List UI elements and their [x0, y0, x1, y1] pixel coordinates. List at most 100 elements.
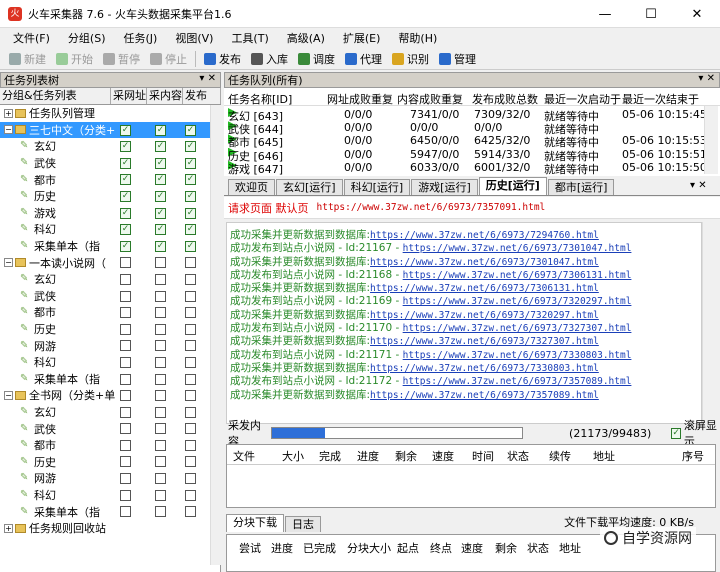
- tree-task-item[interactable]: ✎ 游戏 ✓ ✓ ✓: [0, 205, 210, 222]
- task-checkbox[interactable]: [185, 307, 196, 319]
- task-checkbox[interactable]: [120, 473, 131, 485]
- task-checkbox[interactable]: ✓: [120, 190, 131, 202]
- task-tab[interactable]: 游戏[运行]: [411, 179, 478, 195]
- column-header[interactable]: 内容成败重复: [397, 91, 463, 107]
- column-header[interactable]: 剩余: [495, 540, 517, 556]
- column-header[interactable]: 尝试: [239, 540, 261, 556]
- task-checkbox[interactable]: [155, 356, 166, 368]
- column-header[interactable]: 完成: [319, 448, 341, 464]
- task-checkbox[interactable]: [155, 290, 166, 302]
- task-checkbox[interactable]: ✓: [155, 190, 166, 202]
- publish-button[interactable]: 发布: [199, 49, 246, 69]
- expand-icon[interactable]: +: [4, 523, 13, 533]
- task-checkbox[interactable]: [185, 356, 196, 368]
- column-header[interactable]: 进度: [271, 540, 293, 556]
- tree-group-item[interactable]: + 任务规则回收站: [0, 520, 210, 537]
- task-checkbox[interactable]: ✓: [120, 124, 131, 136]
- column-header[interactable]: 状态: [527, 540, 549, 556]
- column-header[interactable]: 文件: [233, 448, 255, 464]
- column-header[interactable]: 最近一次结束于: [622, 91, 699, 107]
- log-url[interactable]: https://www.37zw.net/6/6973/7320297.html: [403, 296, 632, 307]
- column-header[interactable]: 分组&任务列表: [0, 88, 111, 104]
- queue-row[interactable]: 历史 [646] 0/0/0 5947/0/0 5914/33/0 就绪等待中 05-06…: [224, 147, 707, 163]
- task-checkbox[interactable]: [155, 373, 166, 385]
- task-checkbox[interactable]: [120, 340, 131, 352]
- menu-advanced[interactable]: 高级(A): [278, 30, 334, 46]
- tree-scrollbar[interactable]: [210, 105, 221, 565]
- close-button[interactable]: ✕: [674, 0, 720, 28]
- tree-task-item[interactable]: ✎ 都市: [0, 304, 210, 321]
- menu-view[interactable]: 视图(V): [166, 30, 222, 46]
- tree-task-item[interactable]: ✎ 科幻: [0, 354, 210, 371]
- column-header[interactable]: 终点: [430, 540, 452, 556]
- tree-task-item[interactable]: ✎ 历史 ✓ ✓ ✓: [0, 188, 210, 205]
- tree-task-item[interactable]: ✎ 采集单本（指: [0, 503, 210, 520]
- import-button[interactable]: 入库: [246, 49, 293, 69]
- menu-group[interactable]: 分组(S): [59, 30, 115, 46]
- expand-icon[interactable]: −: [4, 258, 13, 268]
- tree-task-item[interactable]: ✎ 科幻 ✓ ✓ ✓: [0, 221, 210, 238]
- column-header[interactable]: 采网址: [111, 88, 147, 104]
- task-checkbox[interactable]: [185, 423, 196, 435]
- stop-button[interactable]: 停止: [145, 49, 192, 69]
- panel-pin-close-icon[interactable]: ▾ ✕: [199, 73, 216, 84]
- column-header[interactable]: 续传: [549, 448, 571, 464]
- task-checkbox[interactable]: [120, 356, 131, 368]
- task-checkbox[interactable]: ✓: [155, 124, 166, 136]
- task-checkbox[interactable]: ✓: [185, 224, 196, 236]
- tab-log[interactable]: 日志: [285, 516, 321, 532]
- task-checkbox[interactable]: ✓: [120, 174, 131, 186]
- new-button[interactable]: 新建: [4, 49, 51, 69]
- column-header[interactable]: 速度: [432, 448, 454, 464]
- column-header[interactable]: 网址成败重复: [327, 91, 393, 107]
- request-url[interactable]: https://www.37zw.net/6/6973/7357091.html: [317, 202, 546, 213]
- expand-icon[interactable]: +: [4, 108, 13, 118]
- tree-task-item[interactable]: ✎ 玄幻 ✓ ✓ ✓: [0, 138, 210, 155]
- column-header[interactable]: 时间: [472, 448, 494, 464]
- task-checkbox[interactable]: [155, 257, 166, 269]
- log-url[interactable]: https://www.37zw.net/6/6973/7301047.html: [403, 243, 632, 254]
- panel-pin-close-icon[interactable]: ▾ ✕: [698, 73, 715, 84]
- tree-group-item[interactable]: − 三七中文（分类+ ✓ ✓ ✓: [0, 121, 210, 139]
- task-checkbox[interactable]: [120, 390, 131, 402]
- task-checkbox[interactable]: ✓: [155, 174, 166, 186]
- task-checkbox[interactable]: ✓: [185, 174, 196, 186]
- proxy-button[interactable]: 代理: [340, 49, 387, 69]
- task-checkbox[interactable]: [155, 489, 166, 501]
- scroll-display-checkbox[interactable]: ✓: [671, 427, 681, 439]
- column-header[interactable]: 速度: [461, 540, 483, 556]
- task-checkbox[interactable]: ✓: [120, 157, 131, 169]
- tree-task-item[interactable]: ✎ 都市 ✓ ✓ ✓: [0, 171, 210, 188]
- task-checkbox[interactable]: [185, 439, 196, 451]
- queue-row[interactable]: 都市 [645] 0/0/0 6450/0/0 6425/32/0 就绪等待中 05-06…: [224, 134, 707, 149]
- task-checkbox[interactable]: [185, 406, 196, 418]
- manage-button[interactable]: 管理: [434, 49, 481, 69]
- task-checkbox[interactable]: ✓: [185, 190, 196, 202]
- task-checkbox[interactable]: [185, 373, 196, 385]
- tree-task-item[interactable]: ✎ 武侠: [0, 420, 210, 437]
- column-header[interactable]: 起点: [397, 540, 419, 556]
- task-checkbox[interactable]: [120, 506, 131, 518]
- task-checkbox[interactable]: [185, 257, 196, 269]
- task-checkbox[interactable]: [185, 290, 196, 302]
- task-tab[interactable]: 历史[运行]: [478, 177, 547, 195]
- task-checkbox[interactable]: [155, 323, 166, 335]
- tree-group-item[interactable]: − 全书网（分类+单: [0, 387, 210, 404]
- tree-group-item[interactable]: + 任务队列管理: [0, 105, 210, 122]
- task-checkbox[interactable]: [120, 456, 131, 468]
- task-checkbox[interactable]: [185, 489, 196, 501]
- column-header[interactable]: 任务名称[ID]: [228, 91, 292, 107]
- tab-block-download[interactable]: 分块下载: [226, 514, 284, 532]
- task-checkbox[interactable]: [120, 423, 131, 435]
- tree-task-item[interactable]: ✎ 采集单本（指: [0, 371, 210, 388]
- log-url[interactable]: https://www.37zw.net/6/6973/7327307.html: [370, 336, 599, 347]
- column-header[interactable]: 最近一次启动于: [544, 91, 621, 107]
- column-header[interactable]: 已完成: [303, 540, 336, 556]
- tab-close-icon[interactable]: ▾ ✕: [690, 180, 714, 191]
- log-url[interactable]: https://www.37zw.net/6/6973/7357089.html: [403, 376, 632, 387]
- task-checkbox[interactable]: [120, 323, 131, 335]
- task-checkbox[interactable]: [120, 489, 131, 501]
- tree-task-item[interactable]: ✎ 都市: [0, 437, 210, 454]
- column-header[interactable]: 发布: [183, 88, 221, 104]
- log-scrollbar[interactable]: [702, 222, 716, 424]
